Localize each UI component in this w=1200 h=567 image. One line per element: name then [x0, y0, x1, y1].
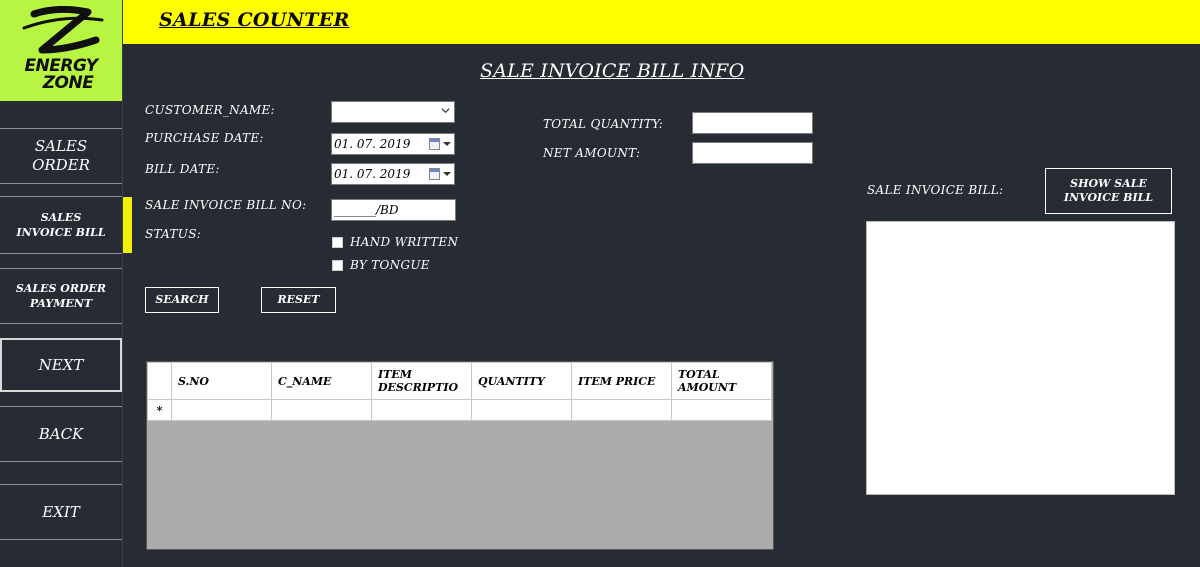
show-sale-invoice-bill-button[interactable]: SHOW SALE INVOICE BILL — [1045, 168, 1172, 214]
hand-written-label: HAND WRITTEN — [350, 235, 459, 249]
show-button-label-line2: INVOICE BILL — [1063, 191, 1154, 204]
grid-corner-cell — [147, 362, 172, 400]
customer-name-label: CUSTOMER_NAME: — [145, 103, 275, 117]
next-button-label: NEXT — [38, 355, 84, 374]
column-header-cname[interactable]: C_NAME — [271, 362, 372, 400]
new-row-marker: * — [147, 399, 172, 421]
table-cell[interactable] — [371, 399, 472, 421]
calendar-icon — [429, 138, 440, 150]
bill-date-picker[interactable]: 01. 07. 2019 — [331, 163, 455, 185]
page-title: SALE INVOICE BILL INFO — [480, 60, 745, 82]
column-header-total-amount[interactable]: TOTAL AMOUNT — [671, 362, 772, 400]
app-title: SALES COUNTER — [159, 9, 350, 31]
sidebar: ENERGY ZONE SALES ORDER SALES INVOICE BILL… — [0, 0, 123, 567]
column-header-quantity[interactable]: QUANTITY — [471, 362, 572, 400]
active-indicator — [123, 197, 132, 253]
table-cell[interactable] — [471, 399, 572, 421]
calendar-icon — [429, 168, 440, 180]
net-amount-input[interactable] — [692, 142, 813, 164]
purchase-date-picker[interactable]: 01. 07. 2019 — [331, 133, 455, 155]
exit-button[interactable]: EXIT — [0, 484, 122, 540]
table-cell[interactable] — [671, 399, 772, 421]
sidebar-item-label: INVOICE BILL — [16, 226, 106, 239]
reset-button[interactable]: RESET — [261, 287, 336, 313]
header-bar: SALES COUNTER — [123, 0, 1200, 44]
back-button[interactable]: BACK — [0, 406, 122, 462]
total-quantity-label: TOTAL QUANTITY: — [543, 117, 664, 131]
logo-text-line2: ZONE — [42, 73, 94, 93]
column-header-sno[interactable]: S.NO — [171, 362, 272, 400]
invoice-data-grid[interactable]: S.NO C_NAME ITEM DESCRIPTIO QUANTITY ITEM… — [146, 361, 774, 550]
sidebar-item-label: SALES — [40, 211, 82, 224]
bill-date-value: 01. 07. 2019 — [334, 167, 411, 181]
search-button[interactable]: SEARCH — [145, 287, 219, 313]
table-cell[interactable] — [171, 399, 272, 421]
bill-no-label: SALE INVOICE BILL NO: — [145, 198, 307, 212]
sidebar-item-sales-invoice-bill[interactable]: SALES INVOICE BILL — [0, 196, 122, 254]
table-row[interactable]: * — [147, 399, 772, 421]
column-header-item-description[interactable]: ITEM DESCRIPTIO — [371, 362, 472, 400]
sidebar-item-label: PAYMENT — [29, 297, 93, 310]
dropdown-arrow-icon — [443, 172, 451, 176]
hand-written-checkbox[interactable] — [332, 237, 343, 248]
bill-no-value: _______/BD — [334, 203, 399, 217]
customer-name-dropdown[interactable] — [331, 101, 455, 123]
sidebar-item-sales-order[interactable]: SALES ORDER — [0, 128, 122, 184]
back-button-label: BACK — [38, 424, 84, 443]
logo: ENERGY ZONE — [0, 0, 122, 101]
dropdown-arrow-icon — [443, 142, 451, 146]
sidebar-item-label: SALES — [34, 137, 88, 155]
sidebar-item-sales-order-payment[interactable]: SALES ORDER PAYMENT — [0, 268, 122, 324]
grid-header-row: S.NO C_NAME ITEM DESCRIPTIO QUANTITY ITEM… — [147, 362, 772, 400]
bill-date-label: BILL DATE: — [145, 162, 220, 176]
next-button[interactable]: NEXT — [0, 338, 122, 392]
purchase-date-value: 01. 07. 2019 — [334, 137, 411, 151]
exit-button-label: EXIT — [42, 502, 80, 521]
purchase-date-label: PURCHASE DATE: — [145, 131, 264, 145]
table-cell[interactable] — [271, 399, 372, 421]
total-quantity-input[interactable] — [692, 112, 813, 134]
table-cell[interactable] — [571, 399, 672, 421]
invoice-preview-panel — [866, 221, 1175, 495]
bill-no-input[interactable]: _______/BD — [331, 199, 456, 221]
by-tongue-label: BY TONGUE — [350, 258, 430, 272]
column-header-item-price[interactable]: ITEM PRICE — [571, 362, 672, 400]
net-amount-label: NET AMOUNT: — [543, 146, 641, 160]
status-label: STATUS: — [145, 227, 202, 241]
sidebar-item-label: SALES ORDER — [15, 282, 107, 295]
show-button-label-line1: SHOW SALE — [1070, 177, 1147, 190]
by-tongue-checkbox[interactable] — [332, 260, 343, 271]
sale-invoice-bill-label: SALE INVOICE BILL: — [867, 183, 1004, 197]
chevron-down-icon — [441, 108, 450, 114]
sidebar-item-label: ORDER — [32, 156, 90, 174]
